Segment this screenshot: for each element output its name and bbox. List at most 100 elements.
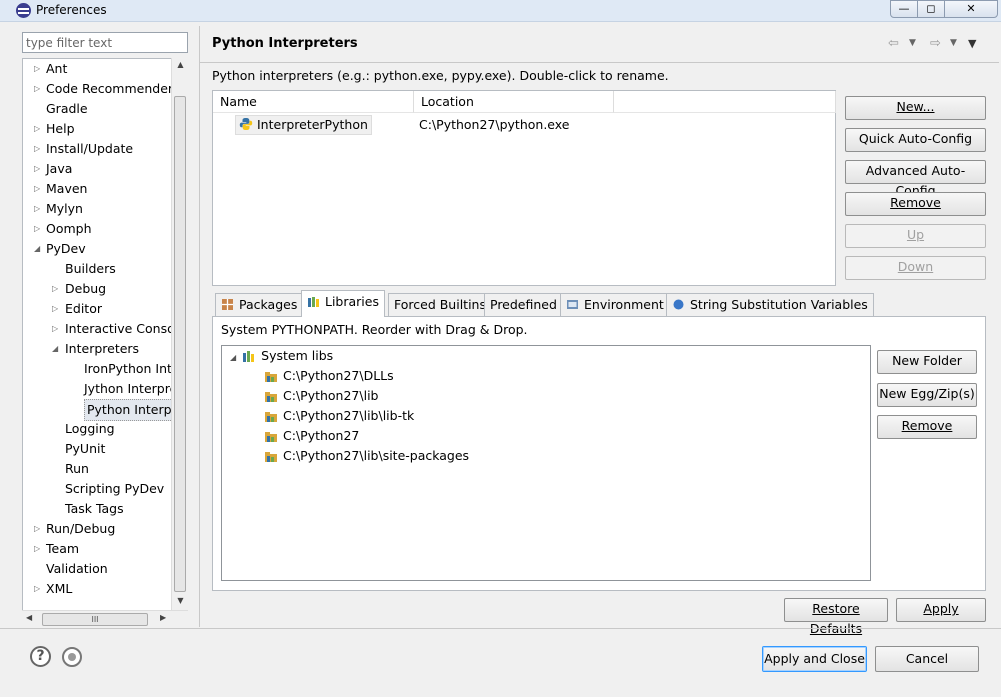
list-item[interactable]: C:\Python27\DLLs: [264, 366, 394, 386]
tree-item[interactable]: ▷ Oomph: [23, 219, 187, 239]
tree-expanded-arrow-icon[interactable]: ◢: [52, 339, 58, 359]
tree-item-label: Code Recommenders: [46, 81, 180, 96]
tree-item[interactable]: ▷ Code Recommenders: [23, 79, 187, 99]
tree-item[interactable]: PyUnit: [23, 439, 187, 459]
list-item[interactable]: C:\Python27\lib: [264, 386, 378, 406]
tree-item[interactable]: ▷ Team: [23, 539, 187, 559]
tab-string-substitution-label: String Substitution Variables: [690, 297, 868, 312]
cancel-button[interactable]: Cancel: [875, 646, 979, 672]
apply-button[interactable]: Apply: [896, 598, 986, 622]
tree-collapsed-arrow-icon[interactable]: ▷: [34, 59, 40, 79]
forward-arrow-icon[interactable]: ⇨: [930, 36, 941, 51]
tree-collapsed-arrow-icon[interactable]: ▷: [34, 179, 40, 199]
column-header-location[interactable]: Location: [414, 91, 614, 113]
tree-item[interactable]: ▷ Ant: [23, 59, 187, 79]
scroll-left-arrow-icon[interactable]: ◀: [26, 613, 32, 622]
help-icon[interactable]: ?: [30, 646, 51, 667]
apply-and-close-button[interactable]: Apply and Close: [762, 646, 867, 672]
tree-item[interactable]: ▷ Maven: [23, 179, 187, 199]
tab-libraries[interactable]: Libraries: [301, 290, 385, 317]
system-libs-node[interactable]: ◢ System libs: [230, 346, 333, 366]
maximize-button[interactable]: ◻: [917, 0, 945, 18]
tree-item[interactable]: ▷ Debug: [23, 279, 187, 299]
tree-horizontal-scrollbar[interactable]: ◀ III ▶: [22, 610, 188, 628]
tree-collapsed-arrow-icon[interactable]: ▷: [34, 519, 40, 539]
list-item[interactable]: C:\Python27: [264, 426, 359, 446]
tree-expanded-arrow-icon[interactable]: ◢: [34, 239, 40, 259]
tree-item-label: Java: [46, 161, 73, 176]
tree-expanded-arrow-icon[interactable]: ◢: [230, 353, 236, 362]
tree-collapsed-arrow-icon[interactable]: ▷: [34, 219, 40, 239]
tab-packages[interactable]: Packages: [215, 293, 304, 316]
tree-item[interactable]: ▷ Editor: [23, 299, 187, 319]
tree-collapsed-arrow-icon[interactable]: ▷: [34, 79, 40, 99]
restore-defaults-button[interactable]: Restore Defaults: [784, 598, 888, 636]
scroll-thumb[interactable]: [174, 96, 186, 592]
library-folder-icon: [265, 392, 277, 402]
tree-collapsed-arrow-icon[interactable]: ▷: [34, 159, 40, 179]
tree-item-label: Ant: [46, 61, 68, 76]
tree-item[interactable]: ▷ Java: [23, 159, 187, 179]
tree-collapsed-arrow-icon[interactable]: ▷: [34, 119, 40, 139]
tree-item[interactable]: IronPython Interpreter: [23, 359, 187, 379]
tree-item[interactable]: Python Interpreter: [23, 399, 187, 421]
tree-item[interactable]: Jython Interpreter: [23, 379, 187, 399]
tree-collapsed-arrow-icon[interactable]: ▷: [52, 319, 58, 339]
tab-string-substitution[interactable]: String Substitution Variables: [666, 293, 874, 316]
advanced-auto-config-button[interactable]: Advanced Auto-Config: [845, 160, 986, 198]
hscroll-thumb[interactable]: III: [42, 613, 148, 626]
tree-item[interactable]: ▷ XML: [23, 579, 187, 599]
table-row[interactable]: InterpreterPython C:\Python27\python.exe: [213, 115, 835, 135]
tree-item[interactable]: ▷ Install/Update: [23, 139, 187, 159]
scroll-right-arrow-icon[interactable]: ▶: [160, 613, 166, 622]
new-interpreter-button[interactable]: New...: [845, 96, 986, 120]
footer-separator: [0, 628, 1001, 629]
tree-item[interactable]: ▷ Interactive Console: [23, 319, 187, 339]
tree-vertical-scrollbar[interactable]: ▲ ▼: [171, 58, 188, 610]
tree-item-label: Scripting PyDev: [65, 481, 165, 496]
up-button[interactable]: Up: [845, 224, 986, 248]
tree-item[interactable]: Gradle: [23, 99, 187, 119]
column-header-name[interactable]: Name: [213, 91, 414, 113]
interpreter-name-cell[interactable]: InterpreterPython: [235, 115, 372, 135]
close-window-button[interactable]: ✕: [944, 0, 998, 18]
back-arrow-icon[interactable]: ⇦: [888, 36, 899, 51]
tab-environment[interactable]: Environment: [560, 293, 670, 316]
down-button[interactable]: Down: [845, 256, 986, 280]
new-folder-button[interactable]: New Folder: [877, 350, 977, 374]
tree-collapsed-arrow-icon[interactable]: ▷: [34, 139, 40, 159]
view-menu-icon[interactable]: ▼: [968, 37, 976, 50]
remove-interpreter-button[interactable]: Remove: [845, 192, 986, 216]
tree-item[interactable]: Builders: [23, 259, 187, 279]
tree-item[interactable]: ▷ Help: [23, 119, 187, 139]
tree-item[interactable]: ◢ PyDev: [23, 239, 187, 259]
tree-collapsed-arrow-icon[interactable]: ▷: [52, 299, 58, 319]
tree-item[interactable]: ▷ Run/Debug: [23, 519, 187, 539]
scroll-down-arrow-icon[interactable]: ▼: [172, 596, 189, 605]
tree-item-label: Help: [46, 121, 75, 136]
back-dropdown-icon[interactable]: ▼: [909, 38, 916, 48]
tree-collapsed-arrow-icon[interactable]: ▷: [34, 199, 40, 219]
import-export-icon[interactable]: [62, 647, 82, 667]
tree-item[interactable]: Scripting PyDev: [23, 479, 187, 499]
tree-collapsed-arrow-icon[interactable]: ▷: [34, 579, 40, 599]
tab-predefined[interactable]: Predefined: [484, 293, 563, 316]
tab-forced-builtins[interactable]: Forced Builtins: [388, 293, 492, 316]
tree-item[interactable]: Logging: [23, 419, 187, 439]
tree-item[interactable]: Run: [23, 459, 187, 479]
tree-collapsed-arrow-icon[interactable]: ▷: [34, 539, 40, 559]
forward-dropdown-icon[interactable]: ▼: [950, 38, 957, 48]
quick-auto-config-button[interactable]: Quick Auto-Config: [845, 128, 986, 152]
minimize-button[interactable]: —: [890, 0, 918, 18]
tree-item[interactable]: ◢ Interpreters: [23, 339, 187, 359]
tree-item[interactable]: Task Tags: [23, 499, 187, 519]
filter-input[interactable]: [22, 32, 188, 53]
remove-library-button[interactable]: Remove: [877, 415, 977, 439]
list-item[interactable]: C:\Python27\lib\site-packages: [264, 446, 469, 466]
tree-collapsed-arrow-icon[interactable]: ▷: [52, 279, 58, 299]
tree-item[interactable]: ▷ Mylyn: [23, 199, 187, 219]
scroll-up-arrow-icon[interactable]: ▲: [172, 60, 189, 69]
list-item[interactable]: C:\Python27\lib\lib-tk: [264, 406, 414, 426]
tree-item[interactable]: Validation: [23, 559, 187, 579]
new-egg-zip-button[interactable]: New Egg/Zip(s): [877, 383, 977, 407]
